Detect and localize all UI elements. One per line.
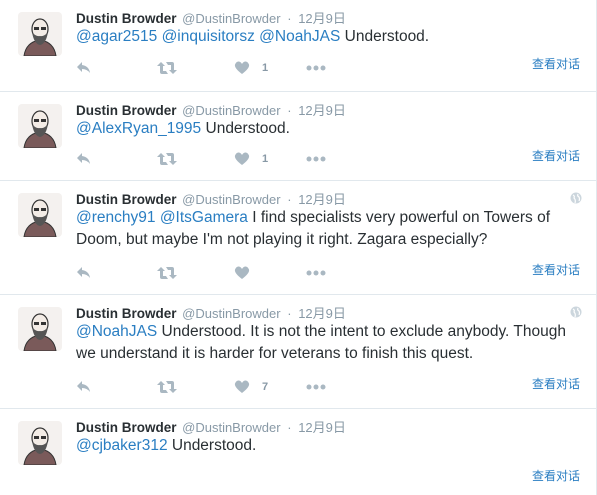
- tweet-timestamp[interactable]: 12月9日: [298, 103, 346, 118]
- tweet-body: Understood.: [205, 120, 290, 137]
- view-conversation-link[interactable]: 查看对话: [532, 147, 580, 164]
- mention-link[interactable]: @agar2515: [76, 28, 157, 45]
- separator-dot: ·: [287, 192, 292, 207]
- tweet-text: @renchy91 @ItsGamera I find specialists …: [76, 207, 576, 251]
- tweet-text: @AlexRyan_1995 Understood.: [76, 118, 576, 140]
- like-button[interactable]: 1: [234, 61, 306, 75]
- author-handle[interactable]: @DustinBrowder: [182, 192, 280, 207]
- more-button[interactable]: [306, 270, 326, 276]
- tweet-header: Dustin Browder @DustinBrowder · 12月9日: [76, 8, 346, 27]
- tweet[interactable]: Dustin Browder @DustinBrowder · 12月9日 @c…: [0, 409, 596, 495]
- like-count: 1: [262, 62, 269, 74]
- reply-icon: [76, 380, 92, 394]
- tweet-header: Dustin Browder @DustinBrowder · 12月9日: [76, 189, 346, 208]
- retweet-icon: [157, 380, 177, 394]
- author-handle[interactable]: @DustinBrowder: [182, 103, 280, 118]
- author-handle[interactable]: @DustinBrowder: [182, 420, 280, 435]
- avatar[interactable]: [18, 307, 62, 351]
- like-button[interactable]: [234, 266, 306, 280]
- mention-link[interactable]: @cjbaker312: [76, 437, 168, 454]
- more-icon: [306, 384, 326, 390]
- reply-icon: [76, 152, 92, 166]
- retweet-icon: [157, 61, 177, 75]
- tweet-feed: Dustin Browder @DustinBrowder · 12月9日 @a…: [0, 0, 597, 495]
- author-name[interactable]: Dustin Browder: [76, 11, 177, 26]
- retweet-icon: [157, 152, 177, 166]
- retweet-button[interactable]: [157, 380, 234, 394]
- heart-icon: [234, 266, 250, 280]
- avatar[interactable]: [18, 12, 62, 56]
- tweet-timestamp[interactable]: 12月9日: [298, 192, 346, 207]
- mention-link[interactable]: @NoahJAS: [259, 28, 340, 45]
- tweet-text: @NoahJAS Understood. It is not the inten…: [76, 321, 576, 365]
- more-icon: [306, 65, 326, 71]
- author-name[interactable]: Dustin Browder: [76, 306, 177, 321]
- tweet-text: @agar2515 @inquisitorsz @NoahJAS Underst…: [76, 26, 576, 48]
- reply-icon: [76, 266, 92, 280]
- separator-dot: ·: [287, 420, 292, 435]
- tweet-timestamp[interactable]: 12月9日: [298, 420, 346, 435]
- more-button[interactable]: [306, 65, 326, 71]
- tweet-header: Dustin Browder @DustinBrowder · 12月9日: [76, 100, 346, 119]
- reply-button[interactable]: [76, 152, 157, 166]
- heart-icon: [234, 380, 250, 394]
- reply-icon: [76, 61, 92, 75]
- tweet-text: @cjbaker312 Understood.: [76, 435, 576, 457]
- author-name[interactable]: Dustin Browder: [76, 192, 177, 207]
- retweet-button[interactable]: [157, 61, 234, 75]
- tweet-body: Understood.: [171, 437, 257, 454]
- more-button[interactable]: [306, 384, 326, 390]
- view-conversation-link[interactable]: 查看对话: [532, 261, 580, 278]
- avatar[interactable]: [18, 104, 62, 148]
- like-count: 7: [262, 381, 269, 393]
- retweet-button[interactable]: [157, 152, 234, 166]
- view-conversation-link[interactable]: 查看对话: [532, 467, 580, 484]
- heart-icon: [234, 61, 250, 75]
- mention-link[interactable]: @inquisitorsz: [162, 28, 255, 45]
- reply-button[interactable]: [76, 380, 157, 394]
- like-button[interactable]: 1: [234, 152, 306, 166]
- tweet[interactable]: Dustin Browder @DustinBrowder · 12月9日 @r…: [0, 181, 596, 295]
- reply-button[interactable]: [76, 61, 157, 75]
- avatar[interactable]: [18, 193, 62, 237]
- tweet-actions: [76, 263, 326, 283]
- more-icon: [306, 156, 326, 162]
- tweet[interactable]: Dustin Browder @DustinBrowder · 12月9日 @A…: [0, 92, 596, 181]
- view-conversation-link[interactable]: 查看对话: [532, 375, 580, 392]
- more-icon: [306, 270, 326, 276]
- author-name[interactable]: Dustin Browder: [76, 103, 177, 118]
- mention-link[interactable]: @ItsGamera: [160, 209, 248, 226]
- view-conversation-link[interactable]: 查看对话: [532, 55, 580, 72]
- mention-link[interactable]: @AlexRyan_1995: [76, 120, 201, 137]
- author-handle[interactable]: @DustinBrowder: [182, 306, 280, 321]
- retweet-icon: [157, 266, 177, 280]
- tweet-actions: 1: [76, 149, 326, 169]
- tweet-actions: 7: [76, 377, 326, 397]
- mention-link[interactable]: @renchy91: [76, 209, 156, 226]
- tweet-header: Dustin Browder @DustinBrowder · 12月9日: [76, 417, 346, 436]
- separator-dot: ·: [287, 306, 292, 321]
- like-button[interactable]: 7: [234, 380, 306, 394]
- tweet[interactable]: Dustin Browder @DustinBrowder · 12月9日 @a…: [0, 0, 596, 92]
- retweet-button[interactable]: [157, 266, 234, 280]
- author-handle[interactable]: @DustinBrowder: [182, 11, 280, 26]
- more-button[interactable]: [306, 156, 326, 162]
- tweet-header: Dustin Browder @DustinBrowder · 12月9日: [76, 303, 346, 322]
- avatar[interactable]: [18, 421, 62, 465]
- like-count: 1: [262, 153, 269, 165]
- heart-icon: [234, 152, 250, 166]
- author-name[interactable]: Dustin Browder: [76, 420, 177, 435]
- separator-dot: ·: [287, 103, 292, 118]
- reply-button[interactable]: [76, 266, 157, 280]
- tweet-body: Understood.: [344, 28, 430, 45]
- tweet-timestamp[interactable]: 12月9日: [298, 306, 346, 321]
- separator-dot: ·: [287, 11, 292, 26]
- tweet-actions: 1: [76, 58, 326, 78]
- tweet-timestamp[interactable]: 12月9日: [298, 11, 346, 26]
- tweet[interactable]: Dustin Browder @DustinBrowder · 12月9日 @N…: [0, 295, 596, 409]
- mention-link[interactable]: @NoahJAS: [76, 323, 157, 340]
